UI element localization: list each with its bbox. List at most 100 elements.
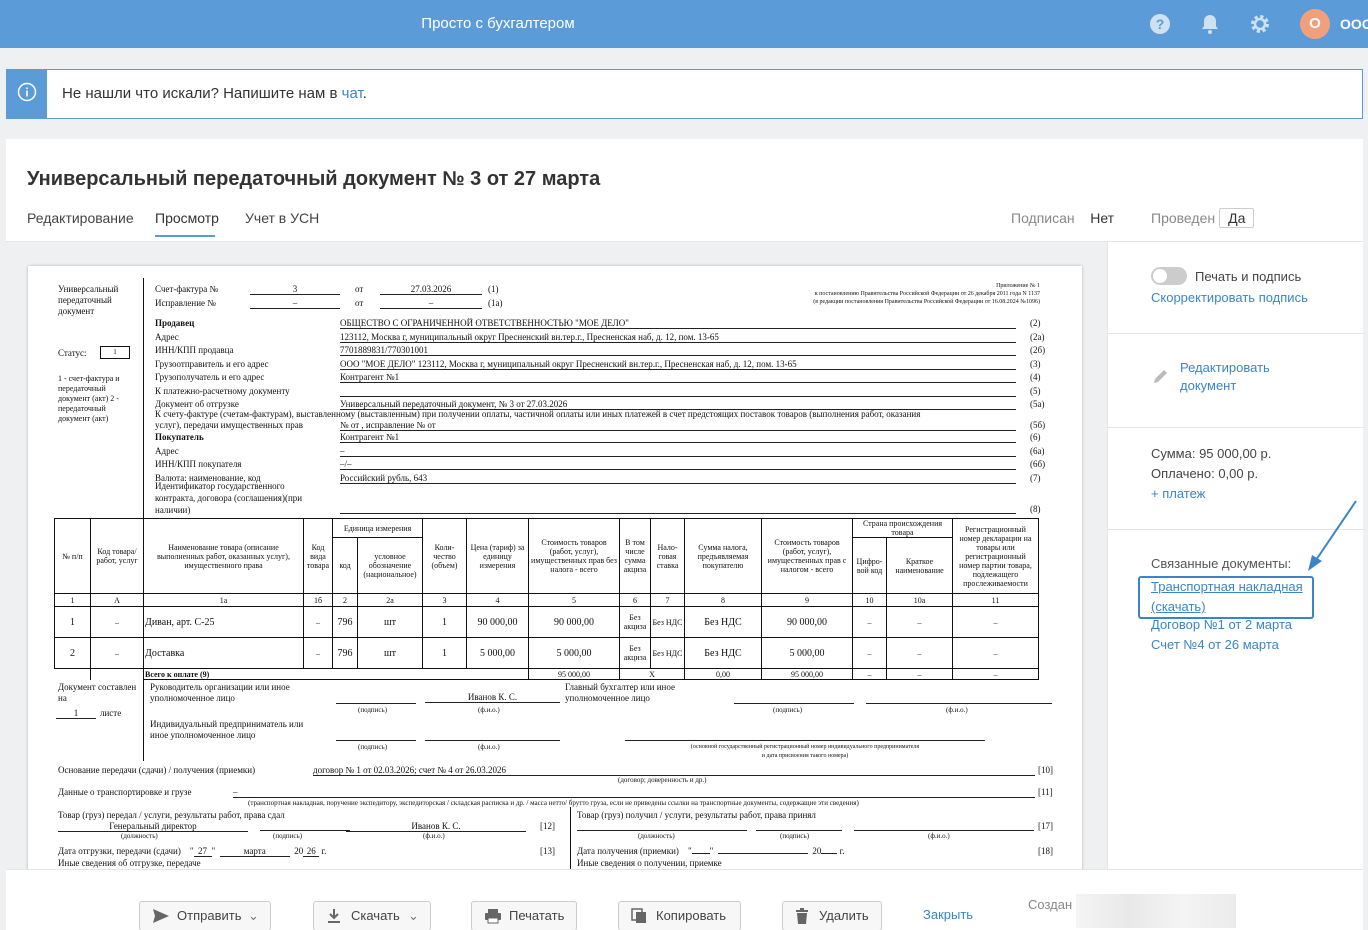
tab-edit[interactable]: Редактирование <box>27 210 134 226</box>
fio-4: (ф.и.о.) <box>423 832 445 840</box>
th-tax: Сумма налога, предъявляемая покупателю <box>684 518 762 594</box>
num-12: [12] <box>540 821 555 831</box>
related-doc-invoice[interactable]: Счет №4 от 26 марта <box>1151 637 1279 652</box>
passed-label: Товар (груз) передал / услуги, результат… <box>58 810 285 820</box>
sheets-label: листе <box>100 708 122 718</box>
cell-code: – <box>90 637 144 669</box>
th-cost: Стоимость товаров (работ, услуг), имущес… <box>528 518 620 594</box>
ship-date: Дата отгрузки, передачи (сдачи) " 27 " мар… <box>58 846 327 857</box>
column-number: А <box>90 593 144 607</box>
th-country-code: Цифро- вой код <box>852 537 887 594</box>
print-sign-toggle[interactable] <box>1151 267 1187 285</box>
fix-sign-link[interactable]: Скорректировать подпись <box>1151 290 1308 305</box>
dolzh-1: (должность) <box>121 832 158 840</box>
th-country: Страна происхождения товара <box>852 518 953 538</box>
annex: Приложение № 1к постановлению Правительс… <box>813 283 1040 305</box>
cell-name: Диван, арт. С-25 <box>143 606 304 638</box>
download-dropdown-icon[interactable]: ⌄ <box>408 902 419 930</box>
doc.rows2-label: ИНН/КПП покупателя <box>155 459 242 469</box>
cell-kind: – <box>303 606 333 638</box>
ogrn-label: (основной государственный регистрационны… <box>690 744 920 759</box>
cell-cc: – <box>852 606 887 638</box>
cell-price: 5 000,00 <box>466 637 529 669</box>
cell-tax: Без НДС <box>684 637 762 669</box>
org-name[interactable]: ООО <box>1340 16 1368 32</box>
info-text: Не нашли что искали? Напишите нам в чат. <box>62 85 367 102</box>
edit-document-link[interactable]: Редактировать документ <box>1180 359 1270 395</box>
advance-text: К счету-фактуре (счетам-фактурам), выста… <box>155 409 921 419</box>
num-10: [10] <box>1038 765 1053 775</box>
cell-price: 90 000,00 <box>466 606 529 638</box>
head-sign-line <box>336 694 416 704</box>
trash-icon <box>796 908 808 924</box>
related-doc-contract[interactable]: Договор №1 от 2 марта <box>1151 617 1292 632</box>
table-row: 1– Диван, арт. С-25–796 шт 1 90 000,00 90 000… <box>54 606 1039 638</box>
doc.rows-value: ОБЩЕСТВО С ОГРАНИЧЕННОЙ ОТВЕТСТВЕННОСТЬЮ… <box>340 318 1016 329</box>
ip-label: Индивидуальный предприниматель или иное … <box>150 719 304 740</box>
doc.rows-num: (2а) <box>1030 331 1045 342</box>
doc.rows-value <box>340 386 1016 397</box>
head-label: Руководитель организации или иное уполно… <box>150 682 290 703</box>
column-number: 3 <box>422 593 467 607</box>
print-sign-label: Печать и подпись <box>1195 269 1302 284</box>
print-button[interactable]: Печатать <box>471 901 577 930</box>
add-payment-link[interactable]: + платеж <box>1151 486 1205 501</box>
cell-ucode: 796 <box>332 606 358 638</box>
copy-icon <box>631 908 646 923</box>
cell-decl: – <box>952 637 1039 669</box>
doc.rows-num: (4) <box>1030 372 1041 382</box>
podpis-3: (подпись) <box>358 743 388 751</box>
send-button[interactable]: Отправить ⌄ <box>139 901 271 930</box>
doc.rows-num: (3) <box>1030 358 1041 369</box>
avatar[interactable]: О <box>1300 9 1330 39</box>
posted-status: Проведен Да <box>1151 208 1255 228</box>
cell-uname: шт <box>357 637 423 669</box>
invoice-date: 27.03.2026 <box>380 284 482 295</box>
acc-sign-line <box>734 694 854 704</box>
cell-code: – <box>90 606 144 638</box>
left-divider <box>143 278 144 518</box>
tab-usn[interactable]: Учет в УСН <box>245 210 319 226</box>
related-doc-transport[interactable]: Транспортная накладная (скачать) <box>1151 577 1303 617</box>
document-preview-area[interactable]: Универсальный передаточный документ Стат… <box>6 242 1107 869</box>
transport-hint: (транспортная накладная, поручение экспе… <box>248 799 859 807</box>
doc.rows2-value: – <box>340 446 1016 457</box>
th-price: Цена (тариф) за единицу измерения <box>466 518 529 594</box>
gear-icon[interactable] <box>1248 12 1272 36</box>
bell-icon[interactable] <box>1198 12 1222 36</box>
goods-table: № п/п Код товара/ работ, услуг Наименова… <box>54 518 1039 680</box>
download-button[interactable]: Скачать ⌄ <box>313 901 431 930</box>
doc.rows2-value: Контрагент №1 <box>340 432 1016 443</box>
tab-view[interactable]: Просмотр <box>155 210 219 226</box>
copy-button[interactable]: Копировать <box>618 901 741 930</box>
send-dropdown-icon[interactable]: ⌄ <box>248 902 259 930</box>
podpis-4: (подпись) <box>273 832 303 840</box>
help-icon[interactable]: ? <box>1148 12 1172 36</box>
doc.rows-label: Грузополучатель и его адрес <box>155 372 265 382</box>
item-rows: 1– Диван, арт. С-25–796 шт 1 90 000,00 90 000… <box>54 606 1039 669</box>
th-unit-code: код <box>332 537 358 594</box>
recv-name-line <box>854 821 1034 831</box>
arrow-annotation-icon <box>1308 500 1357 571</box>
total-row: Всего к оплате (9) 95 000,00 Х 0,00 95 0… <box>54 668 1039 680</box>
fix-label: Исправление № <box>155 298 216 308</box>
printer-icon <box>485 909 501 924</box>
basis-value: договор № 1 от 02.03.2026; счет № 4 от 2… <box>313 765 1035 776</box>
passed-position: Генеральный директор <box>58 821 248 832</box>
info-icon <box>17 82 37 102</box>
advance-text-2: услуг), передачи имущественных прав <box>155 420 303 430</box>
column-number: 11 <box>952 593 1039 607</box>
delete-button[interactable]: Удалить <box>782 901 882 930</box>
doc.rows-label: К платежно-расчетному документу <box>155 385 290 396</box>
chat-link[interactable]: чат <box>342 85 363 102</box>
cell-ucode: 796 <box>332 637 358 669</box>
doc.rows2-num: (6б) <box>1030 459 1046 469</box>
close-link[interactable]: Закрыть <box>923 907 973 922</box>
num-18: [18] <box>1038 846 1053 856</box>
ip-name-line <box>425 731 560 741</box>
ip-sign-line <box>336 731 416 741</box>
document-card: Универсальный передаточный документ № 3 … <box>6 139 1364 930</box>
composed-label: Документ составлен на <box>58 682 137 703</box>
column-number: 2 <box>332 593 358 607</box>
posted-toggle[interactable]: Да <box>1219 208 1255 228</box>
